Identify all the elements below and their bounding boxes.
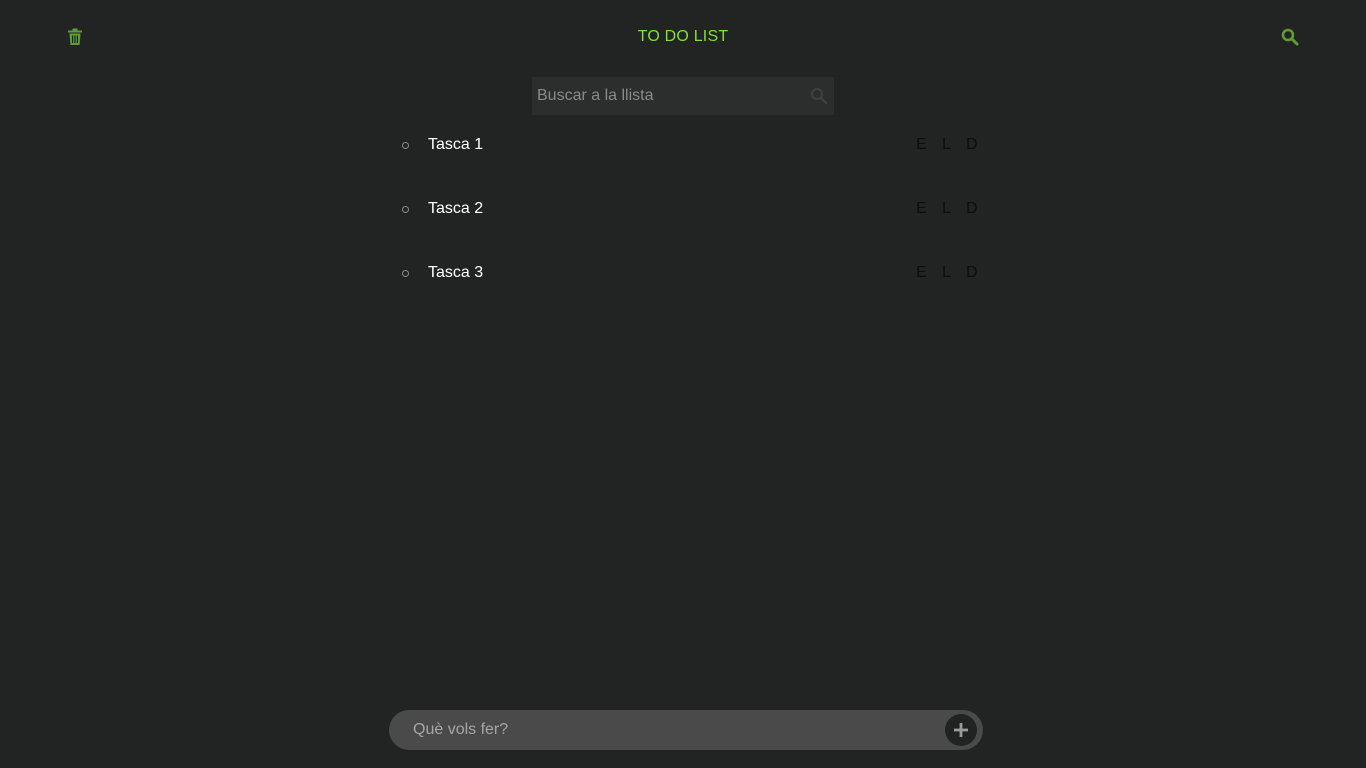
- task-actions: E L D: [916, 200, 977, 218]
- bullet-icon: [402, 142, 409, 149]
- search-input[interactable]: [532, 77, 802, 115]
- new-task-input[interactable]: [389, 710, 929, 750]
- edit-button[interactable]: E: [916, 264, 927, 282]
- task-actions: E L D: [916, 264, 977, 282]
- task-list: Tasca 1 E L D Tasca 2 E L D Tasca 3 E L …: [390, 128, 990, 320]
- new-task-composer: [389, 710, 983, 750]
- task-item[interactable]: Tasca 3 E L D: [390, 256, 990, 320]
- page-title: TO DO LIST: [637, 28, 729, 45]
- search-bar: [532, 77, 834, 115]
- lock-button[interactable]: L: [941, 200, 952, 218]
- search-icon: [1281, 28, 1299, 46]
- bullet-icon: [402, 206, 409, 213]
- task-label: Tasca 1: [428, 136, 484, 153]
- task-actions: E L D: [916, 136, 977, 154]
- delete-button[interactable]: D: [966, 136, 978, 154]
- lock-button[interactable]: L: [941, 264, 952, 282]
- todo-app: TO DO LIST Tasca 1 E L D Tasca 2 E: [0, 0, 1366, 768]
- search-icon[interactable]: [810, 87, 828, 105]
- edit-button[interactable]: E: [916, 200, 927, 218]
- edit-button[interactable]: E: [916, 136, 927, 154]
- lock-button[interactable]: L: [941, 136, 952, 154]
- task-label: Tasca 3: [428, 264, 484, 281]
- bullet-icon: [402, 270, 409, 277]
- task-label: Tasca 2: [428, 200, 484, 217]
- delete-button[interactable]: D: [966, 200, 978, 218]
- task-item[interactable]: Tasca 1 E L D: [390, 128, 990, 192]
- task-item[interactable]: Tasca 2 E L D: [390, 192, 990, 256]
- delete-button[interactable]: D: [966, 264, 978, 282]
- search-toggle-button[interactable]: [1280, 27, 1300, 47]
- add-task-button[interactable]: [945, 714, 977, 746]
- plus-icon: [954, 723, 968, 737]
